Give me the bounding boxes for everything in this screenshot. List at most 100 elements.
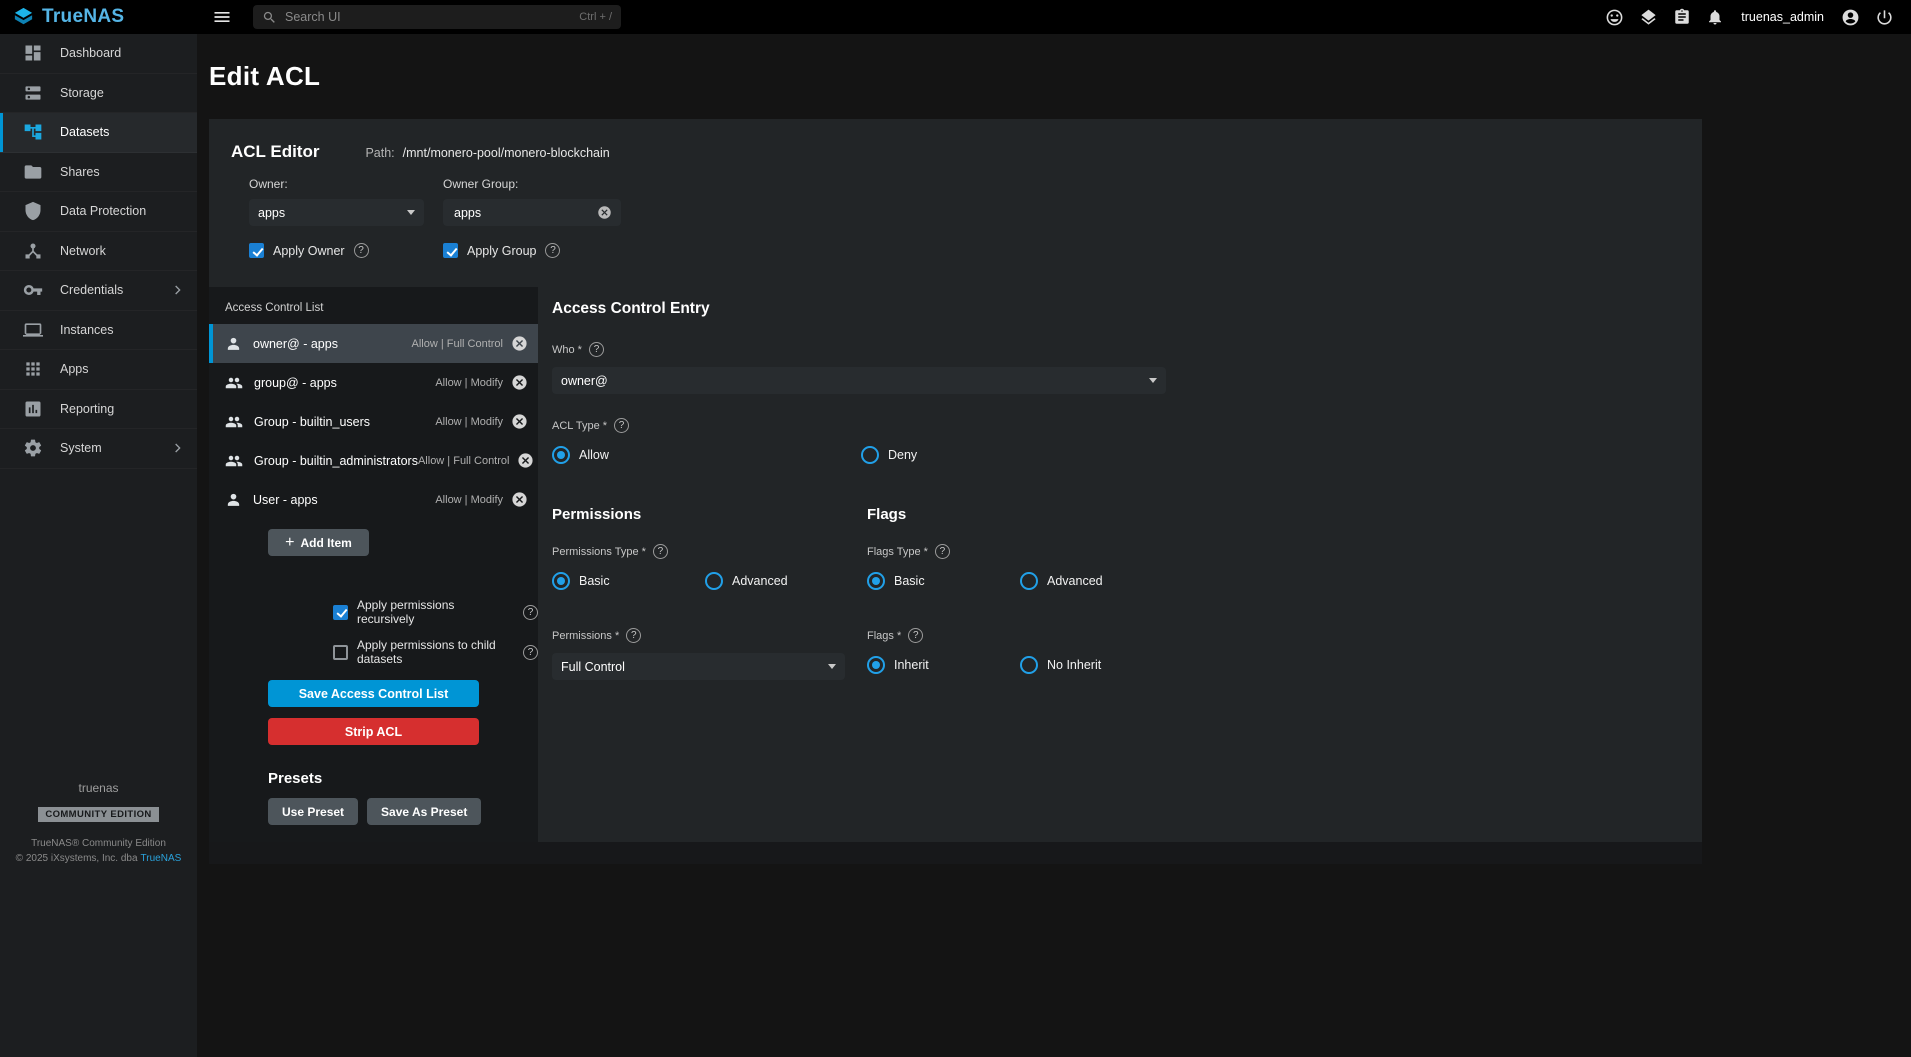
permissions-label-row: Permissions * ? bbox=[552, 628, 867, 643]
permissions-advanced-radio[interactable] bbox=[705, 572, 723, 590]
help-icon[interactable]: ? bbox=[653, 544, 668, 559]
acl-entry-permission: Allow | Full Control bbox=[412, 338, 504, 350]
who-select-value: owner@ bbox=[561, 374, 608, 388]
apply-to-children-checkbox[interactable] bbox=[333, 645, 348, 660]
inherit-label: Inherit bbox=[894, 658, 929, 672]
no-inherit-radio[interactable] bbox=[1020, 656, 1038, 674]
apply-group-checkbox[interactable] bbox=[443, 243, 458, 258]
help-icon[interactable]: ? bbox=[354, 243, 369, 258]
help-icon[interactable]: ? bbox=[589, 342, 604, 357]
basic-label: Basic bbox=[579, 574, 610, 588]
chevron-right-icon bbox=[169, 282, 185, 298]
sidebar-item-credentials[interactable]: Credentials bbox=[0, 271, 197, 311]
acl-entry-label: Group - builtin_users bbox=[254, 415, 370, 429]
acl-entry-row[interactable]: User - apps Allow | Modify bbox=[209, 480, 538, 519]
help-icon[interactable]: ? bbox=[614, 418, 629, 433]
apps-grid-icon bbox=[23, 359, 43, 379]
acl-entry-row[interactable]: owner@ - apps Allow | Full Control bbox=[209, 324, 538, 363]
path-value: /mnt/monero-pool/monero-blockchain bbox=[403, 146, 610, 160]
feedback-smiley-icon[interactable] bbox=[1605, 8, 1624, 27]
clear-input-icon[interactable] bbox=[597, 205, 612, 220]
flags-heading: Flags bbox=[867, 506, 1682, 523]
strip-acl-button[interactable]: Strip ACL bbox=[268, 718, 479, 745]
inherit-radio[interactable] bbox=[867, 656, 885, 674]
who-select[interactable]: owner@ bbox=[552, 367, 1166, 394]
sidebar-item-instances[interactable]: Instances bbox=[0, 311, 197, 351]
global-search[interactable]: Ctrl + / bbox=[253, 5, 621, 29]
help-icon[interactable]: ? bbox=[626, 628, 641, 643]
sidebar-item-reporting[interactable]: Reporting bbox=[0, 390, 197, 430]
flags-basic-radio[interactable] bbox=[867, 572, 885, 590]
acl-entry-row[interactable]: group@ - apps Allow | Modify bbox=[209, 363, 538, 402]
sidebar-item-network[interactable]: Network bbox=[0, 232, 197, 272]
notifications-bell-icon[interactable] bbox=[1706, 8, 1724, 26]
sidebar-item-label: Shares bbox=[60, 165, 100, 179]
owner-group-input-wrap bbox=[443, 199, 621, 226]
permissions-select[interactable]: Full Control bbox=[552, 653, 845, 680]
deny-radio[interactable] bbox=[861, 446, 879, 464]
tasks-clipboard-icon[interactable] bbox=[1673, 8, 1691, 26]
flags-advanced-radio[interactable] bbox=[1020, 572, 1038, 590]
sidebar-item-apps[interactable]: Apps bbox=[0, 350, 197, 390]
remove-entry-icon[interactable] bbox=[511, 491, 528, 508]
menu-toggle-icon[interactable] bbox=[212, 7, 232, 27]
sidebar-item-label: Network bbox=[60, 244, 106, 258]
help-icon[interactable]: ? bbox=[523, 605, 538, 620]
remove-entry-icon[interactable] bbox=[511, 413, 528, 430]
account-avatar-icon[interactable] bbox=[1841, 8, 1860, 27]
basic-label: Basic bbox=[894, 574, 925, 588]
sidebar-item-label: Storage bbox=[60, 86, 104, 100]
acl-type-radios: Allow Deny bbox=[552, 446, 1682, 464]
power-icon[interactable] bbox=[1875, 8, 1894, 27]
acl-entry-row[interactable]: Group - builtin_users Allow | Modify bbox=[209, 402, 538, 441]
owner-group-input[interactable] bbox=[452, 205, 597, 221]
remove-entry-icon[interactable] bbox=[517, 452, 534, 469]
permissions-select-value: Full Control bbox=[561, 660, 625, 674]
computer-icon bbox=[23, 320, 43, 340]
help-icon[interactable]: ? bbox=[935, 544, 950, 559]
remove-entry-icon[interactable] bbox=[511, 335, 528, 352]
sidebar-item-system[interactable]: System bbox=[0, 429, 197, 469]
allow-radio[interactable] bbox=[552, 446, 570, 464]
sidebar-item-shares[interactable]: Shares bbox=[0, 153, 197, 193]
caret-down-icon bbox=[407, 210, 415, 215]
acl-type-label-row: ACL Type * ? bbox=[552, 418, 1682, 433]
apply-owner-checkbox[interactable] bbox=[249, 243, 264, 258]
owner-field: Owner: apps bbox=[249, 177, 424, 226]
sidebar-nav: Dashboard Storage Datasets Shares Data P… bbox=[0, 34, 197, 1057]
acl-entry-permission: Allow | Modify bbox=[435, 377, 503, 389]
sidebar-item-datasets[interactable]: Datasets bbox=[0, 113, 197, 153]
truenas-logo[interactable]: TrueNAS bbox=[0, 6, 197, 29]
owner-select[interactable]: apps bbox=[249, 199, 424, 226]
who-label-row: Who * ? bbox=[552, 342, 1682, 357]
help-icon[interactable]: ? bbox=[523, 645, 538, 660]
sidebar-item-data-protection[interactable]: Data Protection bbox=[0, 192, 197, 232]
no-inherit-label: No Inherit bbox=[1047, 658, 1101, 672]
sidebar-item-dashboard[interactable]: Dashboard bbox=[0, 34, 197, 74]
flags-type-label: Flags Type * bbox=[867, 546, 928, 558]
apply-owner-row: Apply Owner ? bbox=[249, 243, 424, 258]
jobs-layers-icon[interactable] bbox=[1639, 8, 1658, 27]
apply-to-children-label: Apply permissions to child datasets bbox=[357, 638, 514, 666]
search-input[interactable] bbox=[283, 9, 573, 25]
group-icon bbox=[225, 413, 243, 431]
add-item-button[interactable]: + Add Item bbox=[268, 529, 369, 556]
sidebar-item-storage[interactable]: Storage bbox=[0, 74, 197, 114]
caret-down-icon bbox=[1149, 378, 1157, 383]
deny-label: Deny bbox=[888, 448, 917, 462]
remove-entry-icon[interactable] bbox=[511, 374, 528, 391]
permissions-basic-radio[interactable] bbox=[552, 572, 570, 590]
save-acl-button[interactable]: Save Access Control List bbox=[268, 680, 479, 707]
sidebar-item-label: Apps bbox=[60, 362, 89, 376]
use-preset-button[interactable]: Use Preset bbox=[268, 798, 358, 825]
apply-group-row: Apply Group ? bbox=[443, 243, 1680, 258]
acl-entry-row[interactable]: Group - builtin_administrators Allow | F… bbox=[209, 441, 538, 480]
child-datasets-row: Apply permissions to child datasets ? bbox=[333, 638, 538, 666]
help-icon[interactable]: ? bbox=[545, 243, 560, 258]
apply-recursively-checkbox[interactable] bbox=[333, 605, 348, 620]
copyright-brand-link[interactable]: TrueNAS bbox=[141, 853, 182, 864]
help-icon[interactable]: ? bbox=[908, 628, 923, 643]
apply-group-label: Apply Group bbox=[467, 244, 536, 258]
acl-type-label: ACL Type * bbox=[552, 420, 607, 432]
save-as-preset-button[interactable]: Save As Preset bbox=[367, 798, 481, 825]
